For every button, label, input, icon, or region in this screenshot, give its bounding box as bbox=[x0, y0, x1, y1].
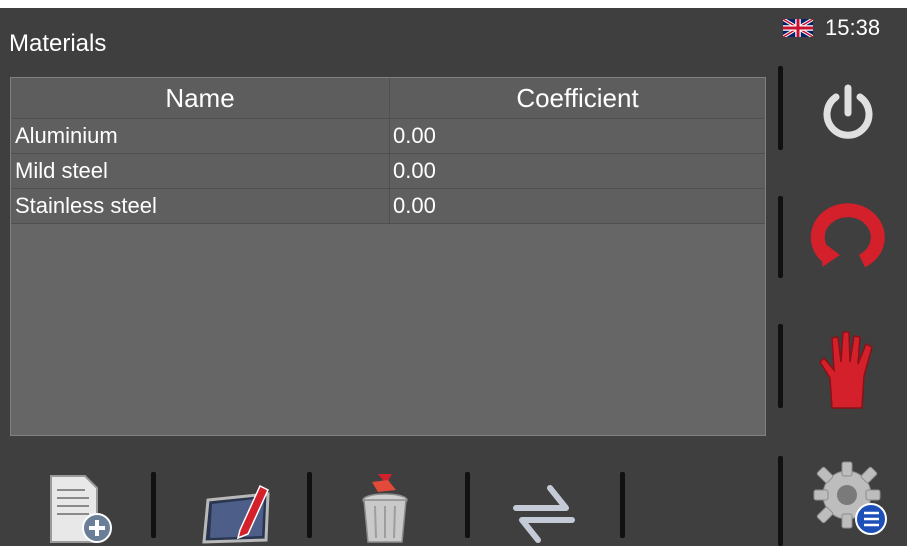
toolbar-separator bbox=[151, 472, 156, 538]
stop-hand-icon bbox=[819, 331, 873, 409]
toolbar-separator bbox=[465, 472, 470, 538]
table-row[interactable]: Mild steel 0.00 bbox=[11, 154, 765, 189]
add-material-button[interactable] bbox=[40, 466, 120, 546]
swap-button[interactable] bbox=[504, 466, 584, 546]
settings-button[interactable] bbox=[808, 456, 894, 542]
refresh-button[interactable] bbox=[808, 196, 888, 276]
edit-icon bbox=[202, 484, 270, 544]
power-button[interactable] bbox=[812, 78, 884, 150]
delete-trash-icon bbox=[362, 474, 408, 543]
delete-material-button[interactable] bbox=[350, 466, 420, 546]
material-coefficient: 0.00 bbox=[393, 123, 436, 148]
material-coefficient: 0.00 bbox=[393, 158, 436, 183]
add-document-icon bbox=[50, 475, 112, 543]
material-name: Mild steel bbox=[11, 154, 390, 188]
sidebar-separator bbox=[778, 66, 783, 150]
uk-flag-icon[interactable] bbox=[783, 19, 813, 37]
material-coefficient: 0.00 bbox=[393, 193, 436, 218]
material-name: Stainless steel bbox=[11, 189, 390, 223]
column-header-name[interactable]: Name bbox=[11, 78, 390, 118]
page-title: Materials bbox=[9, 30, 107, 57]
clock: 15:38 bbox=[825, 15, 881, 40]
column-header-coefficient[interactable]: Coefficient bbox=[390, 78, 765, 118]
material-name: Aluminium bbox=[11, 119, 390, 153]
status-area: 15:38 bbox=[783, 12, 880, 44]
toolbar-separator bbox=[307, 472, 312, 538]
title-bar: Materials bbox=[0, 8, 770, 72]
materials-table: Name Coefficient Aluminium 0.00 Mild ste… bbox=[10, 77, 766, 436]
table-row[interactable]: Aluminium 0.00 bbox=[11, 119, 765, 154]
power-icon bbox=[823, 84, 873, 139]
sidebar-separator bbox=[778, 456, 783, 546]
sidebar-separator bbox=[778, 196, 783, 278]
settings-gear-icon bbox=[813, 461, 887, 535]
swap-arrows-icon bbox=[513, 485, 575, 543]
table-row[interactable]: Stainless steel 0.00 bbox=[11, 189, 765, 224]
toolbar-separator bbox=[620, 472, 625, 538]
sidebar-separator bbox=[778, 324, 783, 408]
refresh-icon bbox=[810, 203, 885, 268]
stop-button[interactable] bbox=[810, 325, 886, 411]
top-strip bbox=[0, 0, 907, 8]
edit-material-button[interactable] bbox=[198, 466, 278, 546]
table-header: Name Coefficient bbox=[11, 78, 765, 119]
